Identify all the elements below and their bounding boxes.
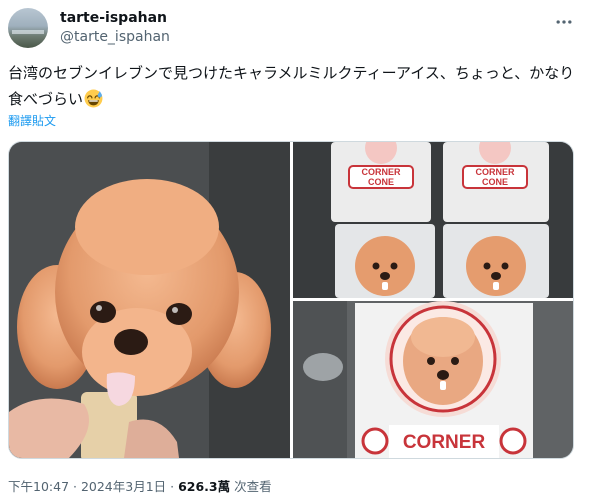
grinning-face-with-sweat-icon <box>84 89 103 108</box>
large-box-brand: CORNER <box>403 432 486 453</box>
tweet-footer: 下午10:47 · 2024年3月1日 · 626.3萬 次查看 <box>8 476 272 495</box>
user-handle[interactable]: @tarte_ispahan <box>60 29 170 45</box>
footer-separator: · <box>69 479 81 494</box>
media-grid: CORNER CONE CORNER CONE CORNER <box>8 141 574 459</box>
box-brand-right-line2: CONE <box>482 177 508 187</box>
post-date[interactable]: 2024年3月1日 <box>81 479 166 494</box>
box-brand-left-line2: CONE <box>368 177 394 187</box>
photo-poodle-icecream-bar[interactable] <box>9 142 290 458</box>
translate-post-link[interactable]: 翻譯貼文 <box>8 112 56 129</box>
views-label: 次查看 <box>230 479 272 494</box>
footer-separator: · <box>166 479 179 494</box>
package-front-illustration: CORNER <box>293 301 573 458</box>
display-name[interactable]: tarte-ispahan <box>60 10 167 26</box>
tweet-header: tarte-ispahan @tarte_ispahan <box>8 8 582 48</box>
views-count: 626.3萬 <box>178 479 231 494</box>
more-options-icon[interactable] <box>554 12 574 32</box>
packages-illustration: CORNER CONE CORNER CONE <box>293 142 573 298</box>
tweet-text: 台湾のセブンイレブンで見つけたキャラメルミルクティーアイス、ちょっと、かなり食べ… <box>8 60 582 112</box>
photo-packaged-icecreams[interactable]: CORNER CONE CORNER CONE <box>293 142 573 298</box>
photo-package-front[interactable]: CORNER <box>293 301 573 458</box>
post-time[interactable]: 下午10:47 <box>8 479 69 494</box>
avatar[interactable] <box>8 8 48 48</box>
box-brand-left-line1: CORNER <box>361 167 401 177</box>
poodle-icecream-illustration <box>9 142 290 458</box>
box-brand-right-line1: CORNER <box>475 167 515 177</box>
